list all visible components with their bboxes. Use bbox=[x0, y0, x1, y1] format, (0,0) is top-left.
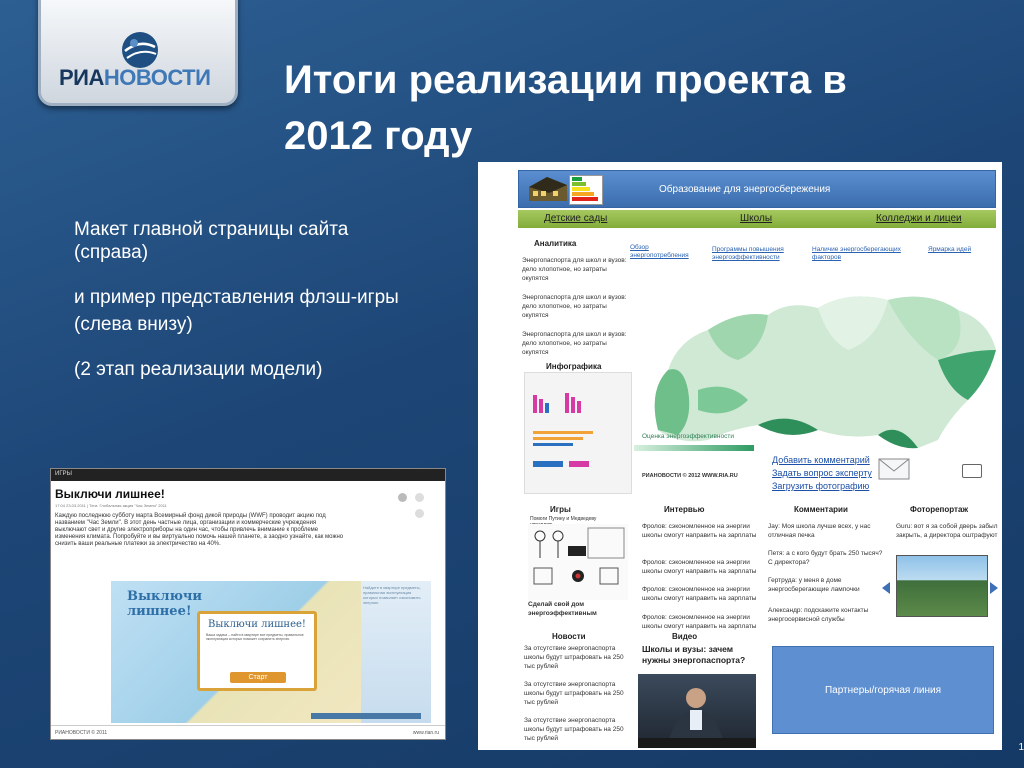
game-meta: 17:04 23.03.2011 | Теги: Глобальная акци… bbox=[55, 503, 167, 508]
infographic-thumbnail[interactable] bbox=[524, 372, 632, 494]
body-paragraph: (слева внизу) bbox=[74, 314, 193, 335]
game-footer-left: РИАНОВОСТИ © 2011 bbox=[55, 730, 108, 736]
slide-title: Итоги реализации проекта в 2012 году bbox=[284, 58, 847, 158]
add-comment-link[interactable]: Добавить комментарий bbox=[772, 455, 870, 465]
video-heading: Видео bbox=[672, 632, 698, 641]
energy-class-icon bbox=[569, 175, 603, 205]
game-top-bar: ИГРЫ bbox=[51, 469, 445, 481]
photo-caption: Guru: вот я за собой дверь забыл закрыть… bbox=[896, 523, 998, 539]
map-legend-bar bbox=[634, 445, 754, 451]
comment-item: Jay: Моя школа лучше всех, у нас отлична… bbox=[768, 523, 871, 539]
site-mockup: Образование для энергосбережения Детские… bbox=[478, 162, 1002, 750]
game-room-illustration: Выключи лишнее! Выключи лишнее! Ваша зад… bbox=[111, 581, 361, 723]
partners-hotline-button[interactable]: Партнеры/горячая линия bbox=[772, 646, 994, 734]
start-button[interactable]: Старт bbox=[230, 672, 286, 683]
news-item[interactable]: За отсутствие энергопаспорта школы будут… bbox=[524, 716, 634, 743]
scroll-up-icon[interactable] bbox=[415, 493, 424, 502]
nav-colleges[interactable]: Колледжи и лицеи bbox=[876, 213, 962, 224]
fullscreen-icon[interactable] bbox=[962, 464, 982, 478]
body-paragraph: Макет главной страницы сайта (справа) bbox=[74, 219, 349, 263]
analytics-item[interactable]: Энергопаспорта для школ и вузов: дело хл… bbox=[522, 330, 632, 357]
envelope-icon[interactable] bbox=[878, 458, 910, 480]
news-item[interactable]: За отсутствие энергопаспорта школы будут… bbox=[524, 680, 634, 707]
link-ideas-fair[interactable]: Ярмарка идей bbox=[928, 246, 998, 254]
russia-energy-map[interactable] bbox=[638, 270, 1000, 450]
logo-text: РИАНОВОСТИ bbox=[59, 65, 211, 90]
analytics-heading: Аналитика bbox=[534, 239, 577, 248]
map-legend-label: Оценка энергоэффективности bbox=[642, 433, 734, 440]
game-description: Каждую последнюю субботу марта Всемирный… bbox=[55, 513, 344, 547]
photo-prev-arrow[interactable] bbox=[882, 582, 890, 594]
ask-expert-link[interactable]: Задать вопрос эксперту bbox=[772, 468, 872, 478]
page-number: 1 bbox=[1018, 742, 1024, 753]
game-dialog: Выключи лишнее! Ваша задача – найти в кв… bbox=[197, 611, 317, 691]
game-progress-bar bbox=[311, 713, 421, 719]
interview-item[interactable]: Фролов: сэкономленное на энергии школы с… bbox=[642, 585, 760, 603]
site-title: Образование для энергосбережения bbox=[659, 184, 831, 195]
interview-item[interactable]: Фролов: сэкономленное на энергии школы с… bbox=[642, 558, 760, 576]
comment-item: Петя: а с кого будут брать 250 тысяч? С … bbox=[768, 550, 883, 566]
site-nav: Детские сады Школы Колледжи и лицеи bbox=[518, 210, 996, 228]
ria-logo: РИАНОВОСТИ bbox=[38, 0, 238, 106]
news-item[interactable]: За отсутствие энергопаспорта школы будут… bbox=[524, 644, 634, 671]
video-title[interactable]: Школы и вузы: зачем нужны энергопаспорта… bbox=[642, 644, 760, 666]
house-icon bbox=[529, 177, 567, 201]
scroll-down-icon[interactable] bbox=[415, 509, 424, 518]
video-thumbnail[interactable] bbox=[638, 674, 756, 748]
body-paragraph: и пример представления флэш-игры bbox=[74, 287, 399, 308]
slide-body: Макет главной страницы сайта (справа) и … bbox=[74, 218, 404, 403]
upload-photo-link[interactable]: Загрузить фотографию bbox=[772, 481, 869, 491]
photo-next-arrow[interactable] bbox=[990, 582, 998, 594]
link-programs[interactable]: Программы повышения энергоэффективности bbox=[712, 246, 802, 262]
globe-icon bbox=[122, 32, 158, 68]
photo-heading: Фоторепортаж bbox=[910, 505, 969, 514]
game-heading: Выключи лишнее! bbox=[55, 487, 165, 501]
game-stage[interactable]: Выключи лишнее! Выключи лишнее! Ваша зад… bbox=[111, 581, 431, 723]
infographic-chart-icon bbox=[533, 393, 593, 467]
infographic-heading: Инфографика bbox=[546, 362, 602, 371]
game-dialog-text: Ваша задача – найти в квартире все предм… bbox=[206, 633, 304, 641]
game-footer: РИАНОВОСТИ © 2011 www.rian.ru bbox=[51, 725, 445, 739]
flash-game-screenshot: ИГРЫ Выключи лишнее! 17:04 23.03.2011 | … bbox=[50, 468, 446, 740]
interview-item[interactable]: Фролов: сэкономленное на энергии школы с… bbox=[642, 613, 760, 631]
comment-item: Александр: подскажите контакты энергосер… bbox=[768, 607, 869, 623]
news-heading: Новости bbox=[552, 632, 586, 641]
game-footer-right: www.rian.ru bbox=[412, 730, 439, 736]
comments-heading: Комментарии bbox=[794, 505, 848, 514]
game-side-text: Найдите в квартире предметы, правильная … bbox=[363, 585, 421, 605]
comment-item: Гертруда: у меня в доме энергосберегающи… bbox=[768, 577, 860, 593]
game-stage-logo: Выключи лишнее! bbox=[127, 589, 203, 619]
nav-kindergartens[interactable]: Детские сады bbox=[544, 213, 607, 224]
interview-heading: Интервью bbox=[664, 505, 705, 514]
game-caption[interactable]: Сделай свой дом энергоэффективным bbox=[528, 600, 628, 618]
help-icon[interactable] bbox=[398, 493, 407, 502]
analytics-item[interactable]: Энергопаспорта для школ и вузов: дело хл… bbox=[522, 293, 632, 320]
interview-item[interactable]: Фролов: сэкономленное на энергии школы с… bbox=[642, 522, 760, 540]
photo-report-image[interactable] bbox=[896, 555, 988, 617]
games-heading: Игры bbox=[550, 505, 571, 514]
game-thumbnail[interactable] bbox=[528, 524, 628, 600]
ria-watermark: РИАНОВОСТИ © 2012 WWW.RIA.RU bbox=[642, 473, 738, 479]
speaker-image bbox=[638, 688, 756, 748]
analytics-item[interactable]: Энергопаспорта для школ и вузов: дело хл… bbox=[522, 256, 632, 283]
link-consumption-review[interactable]: Обзор энергопотребления bbox=[630, 244, 700, 260]
link-factors[interactable]: Наличие энергосберегающих факторов bbox=[812, 246, 918, 262]
game-dialog-title: Выключи лишнее! bbox=[208, 619, 306, 630]
site-banner: Образование для энергосбережения bbox=[518, 170, 996, 208]
body-paragraph: (2 этап реализации модели) bbox=[74, 359, 323, 380]
nav-schools[interactable]: Школы bbox=[740, 213, 772, 224]
